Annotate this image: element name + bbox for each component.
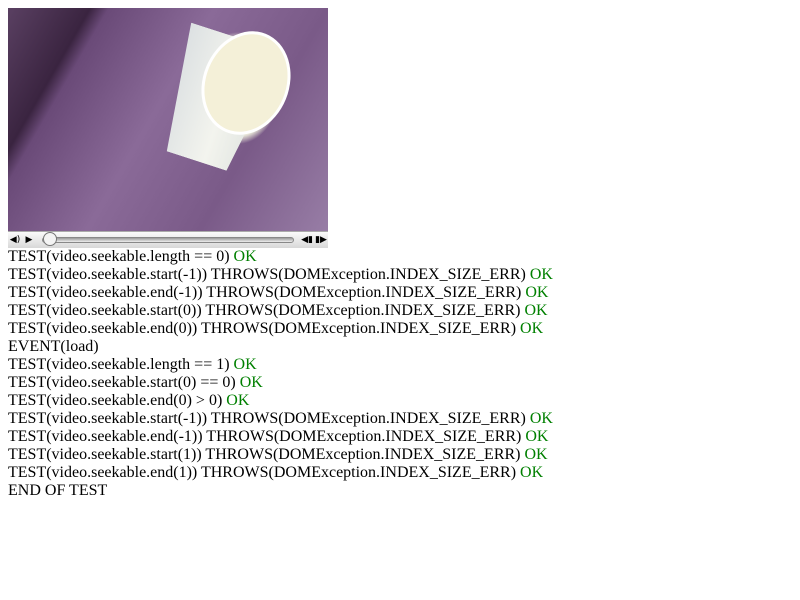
- log-text: TEST(video.seekable.end(0)) THROWS(DOMEx…: [8, 320, 517, 337]
- log-text: TEST(video.seekable.start(0)) THROWS(DOM…: [8, 302, 521, 319]
- log-result: OK: [233, 356, 257, 373]
- log-result: OK: [524, 302, 548, 319]
- log-line: TEST(video.seekable.end(-1)) THROWS(DOME…: [8, 284, 553, 302]
- log-text: TEST(video.seekable.end(-1)) THROWS(DOME…: [8, 428, 522, 445]
- log-result: OK: [520, 464, 544, 481]
- log-text: END OF TEST: [8, 482, 108, 499]
- log-result: OK: [524, 446, 548, 463]
- log-line: TEST(video.seekable.start(0)) THROWS(DOM…: [8, 302, 553, 320]
- log-line: TEST(video.seekable.end(0) > 0) OK: [8, 392, 553, 410]
- log-text: TEST(video.seekable.start(1)) THROWS(DOM…: [8, 446, 521, 463]
- log-result: OK: [525, 284, 549, 301]
- log-result: OK: [525, 428, 549, 445]
- log-line: TEST(video.seekable.start(-1)) THROWS(DO…: [8, 410, 553, 428]
- play-icon[interactable]: ▶: [22, 235, 36, 245]
- log-line: TEST(video.seekable.start(-1)) THROWS(DO…: [8, 266, 553, 284]
- log-text: TEST(video.seekable.length == 0): [8, 248, 230, 265]
- log-line: TEST(video.seekable.start(1)) THROWS(DOM…: [8, 446, 553, 464]
- log-result: OK: [239, 374, 263, 391]
- log-text: TEST(video.seekable.start(0) == 0): [8, 374, 236, 391]
- log-line: TEST(video.seekable.start(0) == 0) OK: [8, 374, 553, 392]
- seek-slider[interactable]: [42, 232, 294, 246]
- log-text: TEST(video.seekable.length == 1): [8, 356, 230, 373]
- log-line: TEST(video.seekable.end(1)) THROWS(DOMEx…: [8, 464, 553, 482]
- log-line: TEST(video.seekable.length == 0) OK: [8, 248, 553, 266]
- rewind-icon[interactable]: ◀▮: [300, 235, 314, 245]
- log-text: TEST(video.seekable.end(1)) THROWS(DOMEx…: [8, 464, 517, 481]
- forward-icon[interactable]: ▮▶: [314, 235, 328, 245]
- log-text: TEST(video.seekable.end(-1)) THROWS(DOME…: [8, 284, 522, 301]
- log-text: TEST(video.seekable.start(-1)) THROWS(DO…: [8, 266, 526, 283]
- speaker-icon[interactable]: ◀): [8, 235, 22, 245]
- log-result: OK: [529, 410, 553, 427]
- log-line: END OF TEST: [8, 482, 553, 500]
- log-result: OK: [233, 248, 257, 265]
- test-log: TEST(video.seekable.length == 0) OK TEST(…: [8, 248, 553, 500]
- log-result: OK: [226, 392, 250, 409]
- log-text: EVENT(load): [8, 338, 99, 355]
- log-line: TEST(video.seekable.end(0)) THROWS(DOMEx…: [8, 320, 553, 338]
- log-result: OK: [520, 320, 544, 337]
- log-line: EVENT(load): [8, 338, 553, 356]
- video-player[interactable]: ◀) ▶ ◀▮ ▮▶: [8, 8, 328, 248]
- log-line: TEST(video.seekable.end(-1)) THROWS(DOME…: [8, 428, 553, 446]
- log-line: TEST(video.seekable.length == 1) OK: [8, 356, 553, 374]
- log-result: OK: [529, 266, 553, 283]
- log-text: TEST(video.seekable.end(0) > 0): [8, 392, 223, 409]
- seek-thumb[interactable]: [43, 232, 57, 246]
- video-controls: ◀) ▶ ◀▮ ▮▶: [8, 231, 328, 248]
- log-text: TEST(video.seekable.start(-1)) THROWS(DO…: [8, 410, 526, 427]
